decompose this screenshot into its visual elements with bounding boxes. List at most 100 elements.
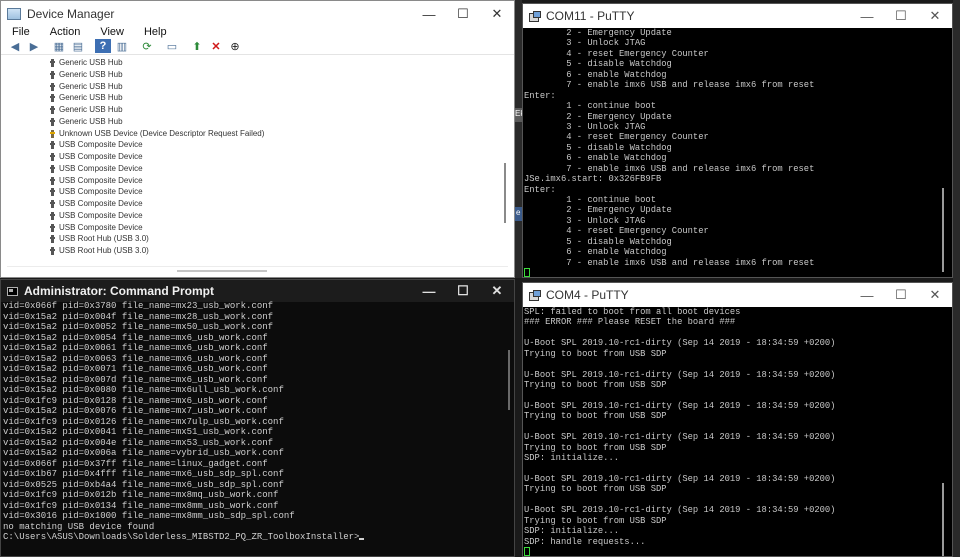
refresh-icon[interactable]: ⟳ bbox=[139, 39, 155, 53]
cmd-line: vid=0x1fc9 pid=0x0128 file_name=mx6_usb_… bbox=[3, 395, 268, 406]
com11-terminal[interactable]: 2 - Emergency Update 3 - Unlock JTAG 4 -… bbox=[524, 28, 938, 277]
device-tree-item[interactable]: Generic USB Hub bbox=[6, 104, 514, 116]
desktop-edge bbox=[953, 0, 960, 557]
com11-vertical-scrollbar[interactable] bbox=[941, 30, 945, 273]
terminal-line: Trying to boot from USB SDP bbox=[524, 515, 667, 526]
device-label: USB Composite Device bbox=[59, 163, 143, 173]
terminal-line: 7 - enable imx6 USB and release imx6 fro… bbox=[524, 80, 815, 91]
device-label: USB Composite Device bbox=[59, 199, 143, 208]
device-tree-item[interactable]: USB Composite Device bbox=[6, 186, 514, 198]
device-tree-item[interactable]: Generic USB Hub bbox=[6, 116, 514, 128]
terminal-line: 6 - enable Watchdog bbox=[524, 69, 667, 80]
device-tree-item[interactable]: USB Composite Device bbox=[6, 163, 514, 175]
minimize-button[interactable]: — bbox=[412, 280, 446, 302]
cmd-output[interactable]: vid=0x066f pid=0x3780 file_name=mx23_usb… bbox=[3, 301, 500, 543]
dm-title: Device Manager bbox=[27, 7, 115, 21]
device-tree-item[interactable]: USB Root Hub (USB 3.0) bbox=[6, 245, 514, 257]
terminal-line: 2 - Emergency Update bbox=[524, 205, 672, 216]
device-tree-item[interactable]: Unknown USB Device (Device Descriptor Re… bbox=[6, 128, 514, 140]
terminal-line: 5 - disable Watchdog bbox=[524, 236, 672, 247]
com4-titlebar[interactable]: COM4 - PuTTY — ☐ ✕ bbox=[523, 283, 952, 307]
terminal-line: Enter: bbox=[524, 184, 556, 195]
device-tree-item[interactable]: USB Composite Device bbox=[6, 151, 514, 163]
device-label: Generic USB Hub bbox=[59, 58, 123, 67]
com4-terminal[interactable]: SPL: failed to boot from all boot device… bbox=[524, 307, 938, 556]
device-label: USB Composite Device bbox=[59, 222, 143, 232]
maximize-button[interactable]: ☐ bbox=[884, 283, 918, 307]
terminal-line: 4 - reset Emergency Counter bbox=[524, 48, 709, 59]
device-label: USB Composite Device bbox=[59, 152, 143, 161]
terminal-line: 5 - disable Watchdog bbox=[524, 59, 672, 70]
command-prompt-window: Administrator: Command Prompt — ☐ ✕ vid=… bbox=[0, 279, 515, 557]
device-label: Generic USB Hub bbox=[59, 69, 123, 79]
device-label: Generic USB Hub bbox=[59, 93, 123, 103]
terminal-line: Trying to boot from USB SDP bbox=[524, 484, 667, 495]
usb-device-icon bbox=[50, 200, 55, 208]
update-driver-icon[interactable]: ⬆ bbox=[189, 39, 205, 53]
minimize-button[interactable]: — bbox=[850, 4, 884, 28]
device-tree-item[interactable]: Generic USB Hub bbox=[6, 81, 514, 93]
terminal-line: Enter: bbox=[524, 90, 556, 101]
minimize-button[interactable]: — bbox=[850, 283, 884, 307]
maximize-button[interactable]: ☐ bbox=[884, 4, 918, 28]
device-tree-item[interactable]: USB Composite Device bbox=[6, 198, 514, 210]
com11-title: COM11 - PuTTY bbox=[546, 9, 635, 23]
terminal-line: 3 - Unlock JTAG bbox=[524, 38, 646, 49]
usb-device-icon bbox=[50, 94, 55, 103]
dm-vertical-scrollbar[interactable] bbox=[504, 57, 508, 263]
device-label: USB Composite Device bbox=[59, 187, 143, 197]
console-tree-icon[interactable]: ▤ bbox=[70, 39, 86, 53]
properties-icon[interactable]: ▦ bbox=[51, 39, 67, 53]
minimize-button[interactable]: — bbox=[412, 1, 446, 27]
device-tree-item[interactable]: Generic USB Hub bbox=[6, 92, 514, 104]
view-icon[interactable]: ▥ bbox=[114, 39, 130, 53]
cmd-line: vid=0x15a2 pid=0x004f file_name=mx28_usb… bbox=[3, 311, 274, 322]
terminal-line: Trying to boot from USB SDP bbox=[524, 348, 667, 359]
close-button[interactable]: ✕ bbox=[918, 4, 952, 28]
device-tree-item[interactable]: USB Composite Device bbox=[6, 222, 514, 234]
com4-title: COM4 - PuTTY bbox=[546, 288, 629, 302]
maximize-button[interactable]: ☐ bbox=[446, 280, 480, 302]
help-icon[interactable]: ? bbox=[95, 39, 111, 53]
device-label: USB Composite Device bbox=[59, 175, 143, 185]
dm-titlebar[interactable]: Device Manager — ☐ ✕ bbox=[1, 1, 514, 27]
terminal-line: 4 - reset Emergency Counter bbox=[524, 226, 709, 237]
device-tree-item[interactable]: USB Composite Device bbox=[6, 175, 514, 187]
close-button[interactable]: ✕ bbox=[918, 283, 952, 307]
device-tree-item[interactable]: Generic USB Hub bbox=[6, 57, 514, 69]
usb-device-icon bbox=[50, 176, 55, 185]
device-label: Generic USB Hub bbox=[59, 105, 123, 114]
scan-hardware-icon[interactable]: ⊕ bbox=[227, 39, 243, 53]
back-arrow-icon[interactable]: ◀ bbox=[7, 39, 23, 53]
device-tree-item[interactable]: USB Composite Device bbox=[6, 139, 514, 151]
device-label: USB Composite Device bbox=[59, 210, 143, 220]
cmd-line: vid=0x15a2 pid=0x0076 file_name=mx7_usb_… bbox=[3, 406, 268, 416]
close-button[interactable]: ✕ bbox=[480, 1, 514, 27]
dm-horizontal-scrollbar[interactable] bbox=[7, 266, 508, 274]
terminal-line: SDP: handle requests... bbox=[524, 536, 646, 547]
terminal-line: 3 - Unlock JTAG bbox=[524, 121, 646, 132]
forward-arrow-icon[interactable]: ▶ bbox=[26, 39, 42, 53]
usb-device-icon bbox=[50, 153, 55, 161]
com4-vertical-scrollbar[interactable] bbox=[941, 309, 945, 556]
cmd-line: vid=0x15a2 pid=0x004e file_name=mx53_usb… bbox=[3, 437, 274, 448]
cmd-line: vid=0x0525 pid=0xb4a4 file_name=mx6_usb_… bbox=[3, 479, 284, 490]
device-tree-item[interactable]: Generic USB Hub bbox=[6, 69, 514, 81]
cmd-line: vid=0x066f pid=0x3780 file_name=mx23_usb… bbox=[3, 301, 274, 311]
cmd-prompt-line[interactable]: C:\Users\ASUS\Downloads\Solderless_MIBST… bbox=[3, 532, 500, 543]
close-button[interactable]: ✕ bbox=[480, 280, 514, 302]
device-tree-item[interactable]: USB Composite Device bbox=[6, 210, 514, 222]
device-tree-item[interactable]: USB Root Hub (USB 3.0) bbox=[6, 233, 514, 245]
putty-app-icon bbox=[529, 10, 541, 22]
maximize-button[interactable]: ☐ bbox=[446, 1, 480, 27]
usb-device-icon bbox=[50, 70, 55, 79]
uninstall-icon[interactable]: ✕ bbox=[208, 39, 224, 53]
com11-titlebar[interactable]: COM11 - PuTTY — ☐ ✕ bbox=[523, 4, 952, 28]
cmd-titlebar[interactable]: Administrator: Command Prompt — ☐ ✕ bbox=[1, 280, 514, 302]
usb-device-icon bbox=[50, 106, 55, 114]
cmd-vertical-scrollbar[interactable] bbox=[507, 320, 511, 546]
monitor-icon[interactable]: ▭ bbox=[164, 39, 180, 53]
